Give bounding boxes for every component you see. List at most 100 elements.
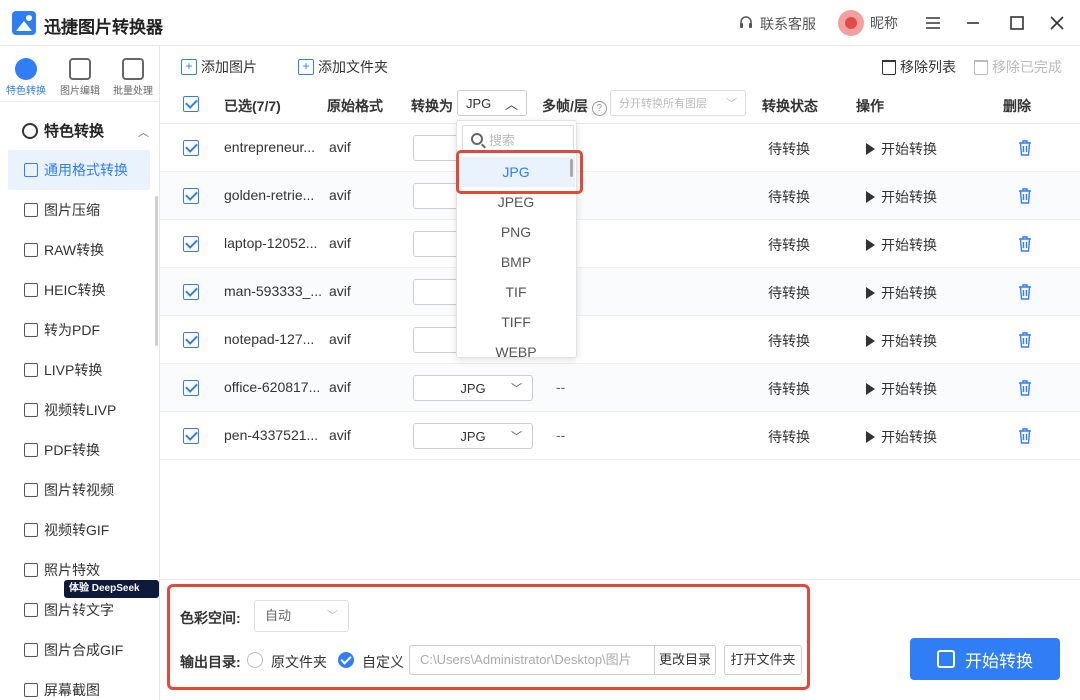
trash-icon[interactable] [1018, 140, 1032, 159]
header-delete: 删除 [1003, 98, 1031, 114]
add-image-button[interactable]: + 添加图片 [181, 57, 257, 77]
row-status: 待转换 [768, 381, 810, 397]
sidebar-item-raw[interactable]: RAW转换 [8, 230, 150, 270]
sidebar-group-label: 特色转换 [44, 123, 105, 140]
chevron-down-icon: ﹀ [511, 431, 522, 443]
chevron-up-icon[interactable]: ︿ [138, 124, 149, 140]
close-icon[interactable] [1046, 12, 1068, 34]
sidebar: 特色转换 图片编辑 批量处理 特色转换 ︿ 通用格式转换 图片压缩 RAW转换 … [0, 46, 160, 700]
format-option-png[interactable]: PNG [457, 217, 575, 247]
general-convert-icon [24, 163, 38, 177]
format-option-webp[interactable]: WEBP [457, 337, 575, 357]
avatar [838, 10, 864, 36]
format-option-tif[interactable]: TIF [457, 277, 575, 307]
support-button[interactable]: 联系客服 [738, 14, 816, 34]
menu-icon[interactable] [922, 12, 944, 34]
sidebar-item-heic[interactable]: HEIC转换 [8, 270, 150, 310]
row-format-select[interactable]: JPG ﹀ [413, 375, 533, 401]
nav-featured-label: 特色转换 [6, 86, 46, 97]
multiframe-select-value: 分开转换所有图层 [619, 98, 707, 110]
trash-icon[interactable] [1018, 380, 1032, 399]
sidebar-item-video-livp[interactable]: 视频转LIVP [8, 390, 150, 430]
sidebar-group-featured[interactable]: 特色转换 [22, 120, 104, 141]
row-checkbox[interactable] [183, 332, 199, 348]
row-status: 待转换 [768, 141, 810, 157]
row-filename: pen-4337521... [224, 427, 319, 443]
table-row: entrepreneur...avifJPG﹀--待转换开始转换 [160, 124, 1080, 172]
image-video-icon [24, 483, 38, 497]
nickname-label: 昵称 [870, 15, 898, 31]
row-start-label: 开始转换 [881, 333, 937, 349]
remove-done-button[interactable]: 移除已完成 [974, 57, 1062, 77]
sidebar-item-pdf-convert[interactable]: PDF转换 [8, 430, 150, 470]
row-start-button[interactable]: 开始转换 [866, 379, 937, 399]
format-option-bmp[interactable]: BMP [457, 247, 575, 277]
row-start-button[interactable]: 开始转换 [866, 235, 937, 255]
sidebar-scrollbar[interactable] [155, 196, 158, 346]
minimize-icon[interactable] [962, 12, 984, 34]
chevron-up-icon: ︿ [504, 96, 518, 112]
help-icon[interactable]: ? [591, 101, 607, 116]
trash-icon[interactable] [1018, 428, 1032, 447]
table-header: 已选(7/7) 原始格式 转换为 JPG ︿ 多帧/层 ? 分开转换所有图层 ﹀… [160, 86, 1080, 124]
sidebar-item-label: RAW转换 [44, 242, 105, 258]
row-format: avif [329, 331, 351, 347]
select-all-checkbox[interactable] [183, 96, 199, 112]
highlight-box-bottom [167, 584, 810, 690]
maximize-icon[interactable] [1006, 12, 1028, 34]
table-row: pen-4337521... avif JPG ﹀ -- 待转换 开始转换 [160, 412, 1080, 460]
trash-icon[interactable] [1018, 284, 1032, 303]
trash-icon[interactable] [1018, 236, 1032, 255]
header-orig-format: 原始格式 [327, 98, 383, 114]
row-checkbox[interactable] [183, 380, 199, 396]
row-format: avif [329, 187, 351, 203]
sidebar-item-label: 图片压缩 [44, 202, 100, 218]
nav-batch[interactable]: 批量处理 [107, 58, 159, 97]
header-action: 操作 [856, 98, 884, 114]
user-profile[interactable]: 昵称 [838, 10, 898, 36]
row-checkbox[interactable] [183, 236, 199, 252]
row-checkbox[interactable] [183, 428, 199, 444]
pdf-convert-icon [24, 443, 38, 457]
sidebar-list: 通用格式转换 图片压缩 RAW转换 HEIC转换 转为PDF LIVP转换 视频… [8, 150, 150, 700]
top-nav: 特色转换 图片编辑 批量处理 [0, 46, 160, 102]
sidebar-item-compress[interactable]: 图片压缩 [8, 190, 150, 230]
heic-icon [24, 283, 38, 297]
trash-icon[interactable] [1018, 332, 1032, 351]
sidebar-item-to-pdf[interactable]: 转为PDF [8, 310, 150, 350]
sidebar-item-general-convert[interactable]: 通用格式转换 [8, 150, 150, 190]
row-start-button[interactable]: 开始转换 [866, 331, 937, 351]
multiframe-select[interactable]: 分开转换所有图层 ﹀ [610, 90, 746, 116]
deepseek-badge[interactable]: 体验 DeepSeek V3 [64, 580, 159, 612]
nav-edit[interactable]: 图片编辑 [54, 58, 106, 97]
sidebar-item-video-gif[interactable]: 视频转GIF [8, 510, 150, 550]
sidebar-item-image-video[interactable]: 图片转视频 [8, 470, 150, 510]
row-format-select[interactable]: JPG ﹀ [413, 423, 533, 449]
row-checkbox[interactable] [183, 140, 199, 156]
convert-group-icon [22, 122, 38, 139]
row-start-button[interactable]: 开始转换 [866, 187, 937, 207]
format-option-tiff[interactable]: TIFF [457, 307, 575, 337]
global-format-select[interactable]: JPG ︿ [457, 90, 527, 116]
row-checkbox[interactable] [183, 284, 199, 300]
row-start-label: 开始转换 [881, 285, 937, 301]
trash-icon[interactable] [1018, 188, 1032, 207]
remove-list-button[interactable]: 移除列表 [882, 57, 956, 77]
sidebar-item-livp[interactable]: LIVP转换 [8, 350, 150, 390]
nav-featured[interactable]: 特色转换 [0, 58, 52, 97]
format-search-input[interactable]: 搜索 [462, 125, 574, 153]
sidebar-item-gif-compose[interactable]: 图片合成GIF [8, 630, 150, 670]
row-checkbox[interactable] [183, 188, 199, 204]
start-convert-button[interactable]: 开始转换 [910, 638, 1060, 680]
sidebar-item-label: 视频转LIVP [44, 402, 117, 418]
pdf-icon [24, 323, 38, 337]
row-start-button[interactable]: 开始转换 [866, 283, 937, 303]
sidebar-item-label: 视频转GIF [44, 522, 110, 538]
row-format: avif [329, 235, 351, 251]
header-convert-to: 转换为 [411, 98, 453, 114]
sidebar-item-screenshot[interactable]: 屏幕截图 [8, 670, 150, 700]
row-start-button[interactable]: 开始转换 [866, 427, 937, 447]
raw-icon [24, 243, 38, 257]
add-folder-button[interactable]: + 添加文件夹 [298, 57, 388, 77]
row-start-button[interactable]: 开始转换 [866, 139, 937, 159]
